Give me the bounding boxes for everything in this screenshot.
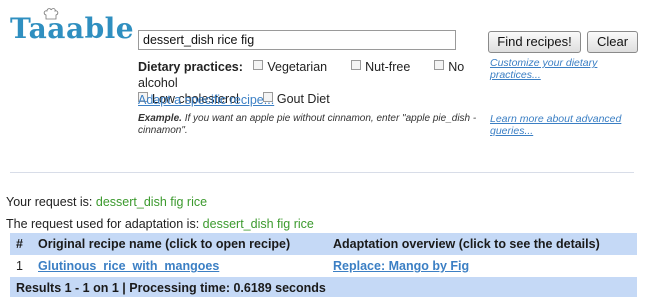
your-request-value: dessert_dish fig rice	[95, 195, 208, 209]
example-label: Example.	[138, 113, 182, 124]
results-footer-row: Results 1 - 1 on 1 | Processing time: 0.…	[10, 277, 637, 297]
adaptation-cell: Replace: Mango by Fig	[327, 255, 637, 277]
adaptation-request-label: The request used for adaptation is:	[6, 217, 200, 231]
header-recipe-name: Original recipe name (click to open reci…	[32, 233, 327, 255]
table-header-row: # Original recipe name (click to open re…	[10, 233, 637, 255]
clear-button[interactable]: Clear	[587, 31, 638, 53]
results-table: # Original recipe name (click to open re…	[10, 233, 637, 297]
divider	[10, 172, 634, 173]
recipe-name-cell: Glutinous_rice_with_mangoes	[32, 255, 327, 277]
option-nut-free[interactable]: Nut-free	[351, 60, 410, 74]
logo-text: Taaable	[10, 12, 135, 45]
nut-free-checkbox[interactable]	[351, 60, 362, 70]
adapt-recipe-link[interactable]: Adapt a specific recipe...	[138, 93, 274, 107]
header-adaptation-overview: Adaptation overview (click to see the de…	[327, 233, 637, 255]
table-row: 1 Glutinous_rice_with_mangoes Replace: M…	[10, 255, 637, 277]
adaptation-request-value: dessert_dish fig rice	[202, 217, 314, 231]
row-number: 1	[10, 255, 32, 277]
search-input[interactable]	[138, 30, 456, 50]
vegetarian-checkbox[interactable]	[253, 60, 264, 70]
example-body: If you want an apple pie without cinnamo…	[138, 113, 477, 136]
customize-dietary-link[interactable]: Customize your dietary practices...	[490, 57, 630, 81]
recipe-link[interactable]: Glutinous_rice_with_mangoes	[38, 259, 219, 273]
your-request-line: Your request is: dessert_dish fig rice	[6, 195, 207, 209]
adaptation-request-line: The request used for adaptation is: dess…	[6, 217, 314, 231]
nut-free-label: Nut-free	[365, 60, 411, 74]
gout-diet-label: Gout Diet	[276, 92, 330, 106]
vegetarian-label: Vegetarian	[267, 60, 328, 74]
no-alcohol-checkbox[interactable]	[434, 60, 445, 70]
find-recipes-button[interactable]: Find recipes!	[488, 31, 581, 53]
your-request-label: Your request is:	[6, 195, 93, 209]
option-vegetarian[interactable]: Vegetarian	[253, 60, 327, 74]
adaptation-link[interactable]: Replace: Mango by Fig	[333, 259, 469, 273]
results-summary: Results 1 - 1 on 1 | Processing time: 0.…	[10, 277, 637, 297]
learn-more-queries-link[interactable]: Learn more about advanced queries...	[490, 113, 630, 137]
taaable-logo[interactable]: Taaable	[10, 8, 134, 48]
example-text: Example. If you want an apple pie withou…	[138, 113, 483, 137]
dietary-label: Dietary practices:	[138, 60, 243, 74]
header-number: #	[10, 233, 32, 255]
